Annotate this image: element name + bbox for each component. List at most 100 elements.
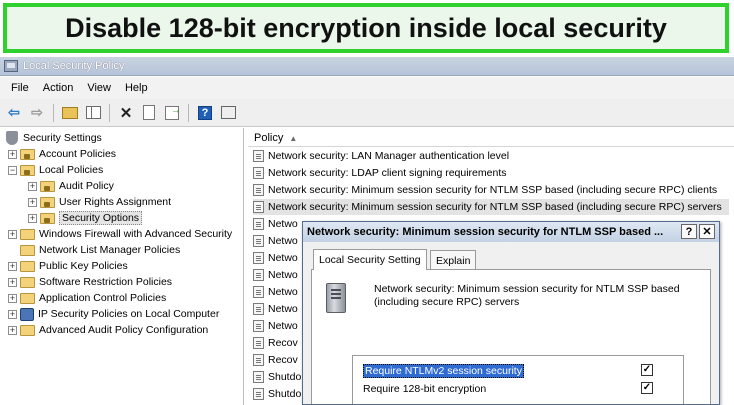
checkbox-require-ntlmv2[interactable]: ✓: [641, 364, 653, 376]
security-settings-icon: [6, 131, 18, 145]
list-item-label: Netwo: [268, 235, 298, 247]
list-item-label: Netwo: [268, 252, 298, 264]
toolbar-separator: [109, 103, 110, 122]
expand-icon[interactable]: +: [28, 213, 37, 223]
policy-icon: [253, 303, 264, 315]
policy-icon: [253, 388, 264, 400]
tree-item-software-restriction[interactable]: + Software Restriction Policies: [8, 274, 172, 290]
up-folder-icon: [62, 106, 78, 119]
server-icon: [326, 283, 346, 313]
toolbar-separator: [53, 103, 54, 122]
banner: Disable 128-bit encryption inside local …: [0, 0, 734, 57]
menu-view[interactable]: View: [80, 82, 118, 94]
tree-item-network-list-manager[interactable]: Network List Manager Policies: [20, 242, 180, 258]
tree-item-advanced-audit[interactable]: + Advanced Audit Policy Configuration: [8, 322, 208, 338]
policy-folder-icon: [40, 196, 55, 208]
tree-item-public-key-policies[interactable]: + Public Key Policies: [8, 258, 128, 274]
menu-file[interactable]: File: [4, 82, 36, 94]
tree-item-security-settings[interactable]: Security Settings: [6, 130, 102, 146]
tab-local-security-setting[interactable]: Local Security Setting: [313, 249, 427, 270]
tree-item-label: Advanced Audit Policy Configuration: [39, 324, 209, 336]
list-item-selected[interactable]: Network security: Minimum session securi…: [253, 199, 729, 215]
tree-item-account-policies[interactable]: + Account Policies: [8, 146, 116, 162]
list-item-label: Shutdo: [268, 388, 302, 400]
tree-item-label: Windows Firewall with Advanced Security: [39, 228, 233, 240]
policy-properties-dialog: Network security: Minimum session securi…: [302, 221, 720, 405]
expand-icon[interactable]: +: [8, 325, 17, 335]
expand-icon[interactable]: +: [8, 309, 17, 319]
expand-icon[interactable]: +: [28, 181, 37, 191]
dialog-help-button[interactable]: ?: [681, 224, 697, 239]
tree-item-label: Security Options: [59, 211, 143, 225]
option-require-ntlmv2[interactable]: Require NTLMv2 session security ✓: [363, 363, 673, 378]
expand-icon[interactable]: +: [8, 149, 17, 159]
menu-action[interactable]: Action: [36, 82, 81, 94]
policy-icon: [253, 201, 264, 213]
policy-folder-icon: [40, 212, 55, 224]
expand-icon[interactable]: +: [28, 197, 37, 207]
column-header-policy[interactable]: Policy ▲: [248, 130, 734, 147]
show-hide-tree-button[interactable]: [83, 103, 103, 123]
window-titlebar: Local Security Policy: [0, 57, 734, 76]
policy-icon: [253, 150, 264, 162]
list-item-label: Network security: LDAP client signing re…: [268, 167, 507, 179]
policy-icon: [253, 320, 264, 332]
back-arrow-icon[interactable]: ⇦: [4, 103, 24, 123]
tree-item-label: IP Security Policies on Local Computer: [38, 308, 220, 320]
tree-item-user-rights-assignment[interactable]: + User Rights Assignment: [28, 194, 171, 210]
tree-item-ip-security[interactable]: + IP Security Policies on Local Computer: [8, 306, 219, 322]
list-item-label: Network security: LAN Manager authentica…: [268, 150, 510, 162]
list-item-label: Netwo: [268, 303, 298, 315]
tree-item-windows-firewall[interactable]: + Windows Firewall with Advanced Securit…: [8, 226, 232, 242]
policy-icon: [253, 167, 264, 179]
tab-explain[interactable]: Explain: [430, 250, 477, 270]
tree-item-label: Software Restriction Policies: [39, 276, 173, 288]
expand-icon[interactable]: +: [8, 277, 17, 287]
list-item[interactable]: Network security: Minimum session securi…: [253, 182, 729, 198]
export-list-button[interactable]: [162, 103, 182, 123]
list-item[interactable]: Network security: LAN Manager authentica…: [253, 148, 729, 164]
dialog-close-button[interactable]: ✕: [699, 224, 715, 239]
forward-arrow-icon[interactable]: ⇨: [27, 103, 47, 123]
policy-icon: [253, 354, 264, 366]
dialog-titlebar[interactable]: Network security: Minimum session securi…: [303, 222, 719, 242]
list-item[interactable]: Network security: LDAP client signing re…: [253, 165, 729, 181]
collapse-icon[interactable]: −: [8, 165, 17, 175]
tree-item-label: User Rights Assignment: [59, 196, 172, 208]
delete-icon[interactable]: ✕: [116, 103, 136, 123]
tree-item-label: Audit Policy: [59, 180, 114, 192]
up-folder-button[interactable]: [60, 103, 80, 123]
tree-item-audit-policy[interactable]: + Audit Policy: [28, 178, 114, 194]
folder-icon: [20, 260, 35, 272]
console-tree: Security Settings + Account Policies − L…: [0, 128, 244, 405]
list-item-label: Recov: [268, 337, 298, 349]
option-label: Require 128-bit encryption: [363, 382, 487, 395]
window-title: Local Security Policy: [23, 60, 125, 72]
toolbar: ⇦ ⇨ ✕ ?: [0, 99, 734, 127]
tree-item-local-policies[interactable]: − Local Policies: [8, 162, 103, 178]
expand-icon[interactable]: +: [8, 261, 17, 271]
dialog-title: Network security: Minimum session securi…: [307, 226, 664, 238]
tree-item-application-control[interactable]: + Application Control Policies: [8, 290, 166, 306]
menu-help[interactable]: Help: [118, 82, 155, 94]
document-icon: [143, 105, 155, 120]
options-list: Require NTLMv2 session security ✓ Requir…: [352, 355, 684, 404]
tree-item-label: Local Policies: [39, 164, 104, 176]
option-require-128-bit[interactable]: Require 128-bit encryption ✓: [363, 381, 673, 396]
tree-item-label: Application Control Policies: [39, 292, 167, 304]
policy-icon: [253, 218, 264, 230]
help-button[interactable]: ?: [195, 103, 215, 123]
folder-icon: [20, 244, 35, 256]
menubar: File Action View Help: [0, 77, 734, 99]
setting-description: Network security: Minimum session securi…: [374, 283, 680, 308]
expand-icon[interactable]: +: [8, 229, 17, 239]
tree-item-security-options[interactable]: + Security Options: [28, 210, 143, 226]
banner-title: Disable 128-bit encryption inside local …: [65, 12, 667, 43]
checkbox-require-128-bit[interactable]: ✓: [641, 382, 653, 394]
policy-icon: [253, 371, 264, 383]
properties-button[interactable]: [139, 103, 159, 123]
expand-icon[interactable]: +: [8, 293, 17, 303]
policy-icon: [253, 337, 264, 349]
ip-security-icon: [20, 307, 34, 321]
action-pane-button[interactable]: [218, 103, 238, 123]
